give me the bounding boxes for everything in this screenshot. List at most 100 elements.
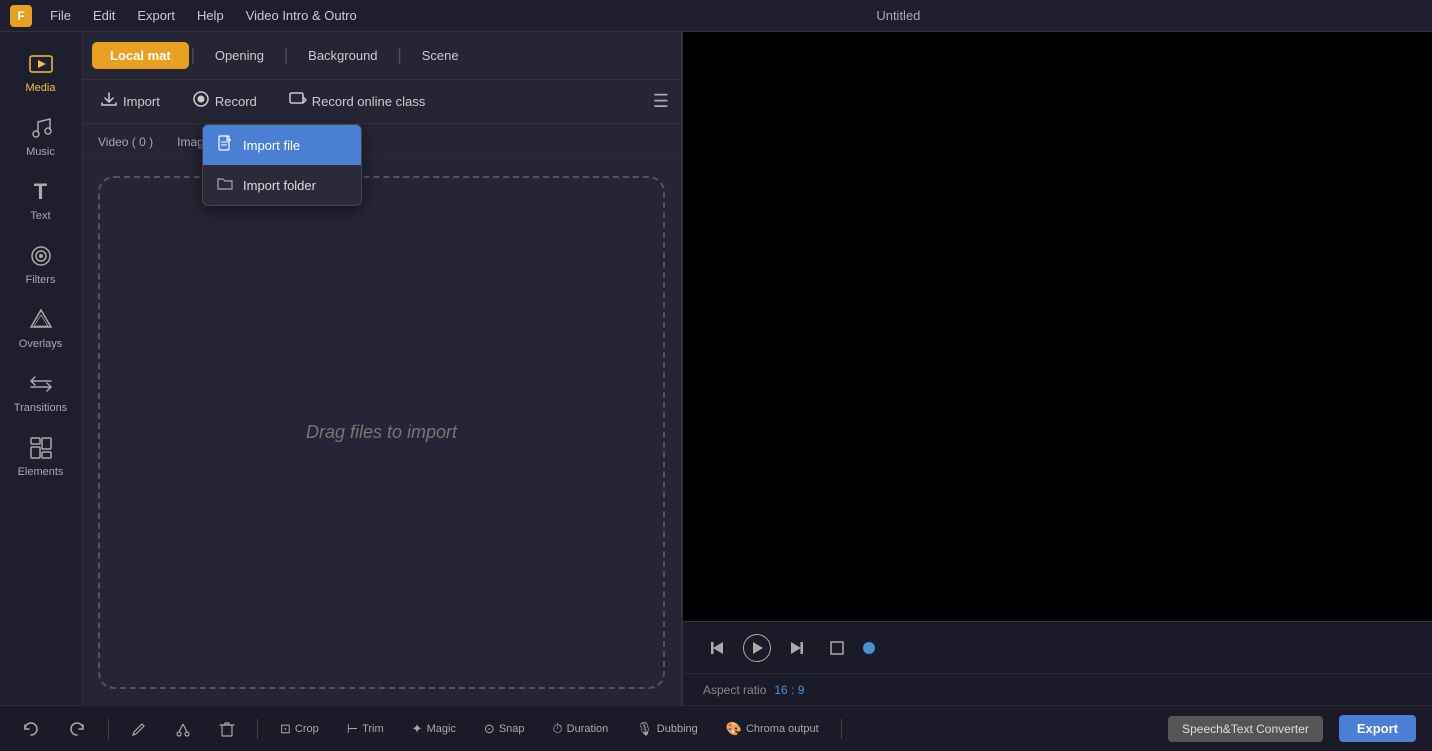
tab-scene[interactable]: Scene	[404, 42, 477, 69]
sidebar-label-media: Media	[26, 82, 56, 94]
crop-icon: ⊡	[280, 721, 291, 737]
tab-local-mat[interactable]: Local mat	[92, 42, 189, 69]
magic-icon: ✦	[412, 721, 423, 737]
tabs-bar: Local mat | Opening | Background | Scene	[82, 32, 681, 80]
dubbing-label: Dubbing	[657, 723, 698, 735]
text-icon: T	[27, 178, 55, 206]
export-button[interactable]: Export	[1339, 715, 1416, 742]
speech-text-button[interactable]: Speech&Text Converter	[1168, 716, 1323, 742]
record-online-icon	[289, 91, 307, 112]
snap-label: Snap	[499, 723, 525, 735]
record-label: Record	[215, 94, 257, 109]
transitions-icon	[27, 370, 55, 398]
magic-button[interactable]: ✦ Magic	[406, 717, 462, 741]
bottom-divider-3	[841, 719, 842, 739]
bottom-divider-2	[257, 719, 258, 739]
duration-button[interactable]: ⏱ Duration	[547, 717, 615, 741]
import-file-label: Import file	[243, 138, 300, 153]
list-icon[interactable]: ☰	[653, 91, 669, 112]
bottom-divider-1	[108, 719, 109, 739]
filter-tabs: Video ( 0 ) Image ( 0 ) Audio ( 0 )	[82, 124, 681, 160]
menu-help[interactable]: Help	[187, 6, 234, 25]
chroma-icon: 🎨	[726, 721, 742, 737]
filter-tab-video[interactable]: Video ( 0 )	[94, 133, 157, 151]
record-online-button[interactable]: Record online class	[283, 87, 431, 116]
trim-label: Trim	[362, 723, 384, 735]
dubbing-button[interactable]: 🎙 Dubbing	[630, 717, 704, 741]
tab-opening[interactable]: Opening	[197, 42, 282, 69]
prev-frame-button[interactable]	[703, 634, 731, 662]
sidebar-item-filters[interactable]: Filters	[6, 234, 76, 294]
undo-button[interactable]	[16, 716, 46, 742]
sidebar-label-overlays: Overlays	[19, 338, 62, 350]
tab-divider-3: |	[396, 47, 404, 65]
snap-button[interactable]: ⊙ Snap	[478, 717, 531, 741]
draw-button[interactable]	[125, 717, 153, 741]
import-dropdown: Import file Import folder	[202, 124, 362, 206]
chroma-label: Chroma output	[746, 723, 819, 735]
record-online-label: Record online class	[312, 94, 425, 109]
menubar: File Edit Export Help Video Intro & Outr…	[40, 6, 367, 25]
dropdown-import-folder[interactable]: Import folder	[203, 165, 361, 205]
sidebar-item-text[interactable]: T Text	[6, 170, 76, 230]
overlays-icon	[27, 306, 55, 334]
import-icon	[100, 91, 118, 112]
crop-button[interactable]: ⊡ Crop	[274, 717, 325, 741]
redo-button[interactable]	[62, 716, 92, 742]
preview-panel: Aspect ratio 16 : 9	[682, 32, 1432, 705]
timeline-dot	[863, 642, 875, 654]
sidebar-item-overlays[interactable]: Overlays	[6, 298, 76, 358]
aspect-ratio-value: 16 : 9	[774, 683, 804, 697]
sidebar-item-elements[interactable]: Elements	[6, 426, 76, 486]
sidebar-item-music[interactable]: Music	[6, 106, 76, 166]
trim-button[interactable]: ⊢ Trim	[341, 717, 390, 741]
chroma-button[interactable]: 🎨 Chroma output	[720, 717, 825, 741]
sidebar: Media Music T Text	[0, 32, 82, 705]
sidebar-label-elements: Elements	[18, 466, 64, 478]
aspect-ratio-bar: Aspect ratio 16 : 9	[683, 673, 1432, 705]
drop-zone[interactable]: Drag files to import	[98, 176, 665, 689]
duration-label: Duration	[567, 723, 609, 735]
dropdown-import-file[interactable]: Import file	[203, 125, 361, 165]
menu-export[interactable]: Export	[127, 6, 185, 25]
import-button[interactable]: Import	[94, 87, 166, 116]
sidebar-item-media[interactable]: Media	[6, 42, 76, 102]
media-toolbar: Import Record Record onl	[82, 80, 681, 124]
crop-label: Crop	[295, 723, 319, 735]
play-button[interactable]	[743, 634, 771, 662]
media-panel: Local mat | Opening | Background | Scene…	[82, 32, 682, 705]
tab-background[interactable]: Background	[290, 42, 395, 69]
tab-divider-1: |	[189, 47, 197, 65]
dubbing-icon: 🎙	[636, 721, 653, 737]
filters-icon	[27, 242, 55, 270]
record-button[interactable]: Record	[186, 86, 263, 117]
file-icon	[217, 135, 233, 155]
snap-icon: ⊙	[484, 721, 495, 737]
menu-file[interactable]: File	[40, 6, 81, 25]
menu-edit[interactable]: Edit	[83, 6, 125, 25]
elements-icon	[27, 434, 55, 462]
aspect-ratio-label: Aspect ratio	[703, 683, 766, 697]
app-logo: F	[10, 5, 32, 27]
import-label: Import	[123, 94, 160, 109]
playback-bar	[683, 621, 1432, 673]
duration-icon: ⏱	[553, 721, 563, 737]
main-layout: Media Music T Text	[0, 32, 1432, 705]
window-title: Untitled	[375, 8, 1422, 23]
sidebar-item-transitions[interactable]: Transitions	[6, 362, 76, 422]
record-icon	[192, 90, 210, 113]
next-frame-button[interactable]	[783, 634, 811, 662]
magic-label: Magic	[427, 723, 456, 735]
music-icon	[27, 114, 55, 142]
drop-zone-text: Drag files to import	[306, 422, 457, 443]
delete-button[interactable]	[213, 717, 241, 741]
tab-divider-2: |	[282, 47, 290, 65]
sidebar-label-music: Music	[26, 146, 55, 158]
cut-button[interactable]	[169, 717, 197, 741]
preview-area	[683, 32, 1432, 621]
stop-button[interactable]	[823, 634, 851, 662]
menu-video-intro[interactable]: Video Intro & Outro	[236, 6, 367, 25]
titlebar: F File Edit Export Help Video Intro & Ou…	[0, 0, 1432, 32]
bottom-toolbar: ⊡ Crop ⊢ Trim ✦ Magic ⊙ Snap ⏱ Duration …	[0, 705, 1432, 751]
sidebar-label-transitions: Transitions	[14, 402, 67, 414]
